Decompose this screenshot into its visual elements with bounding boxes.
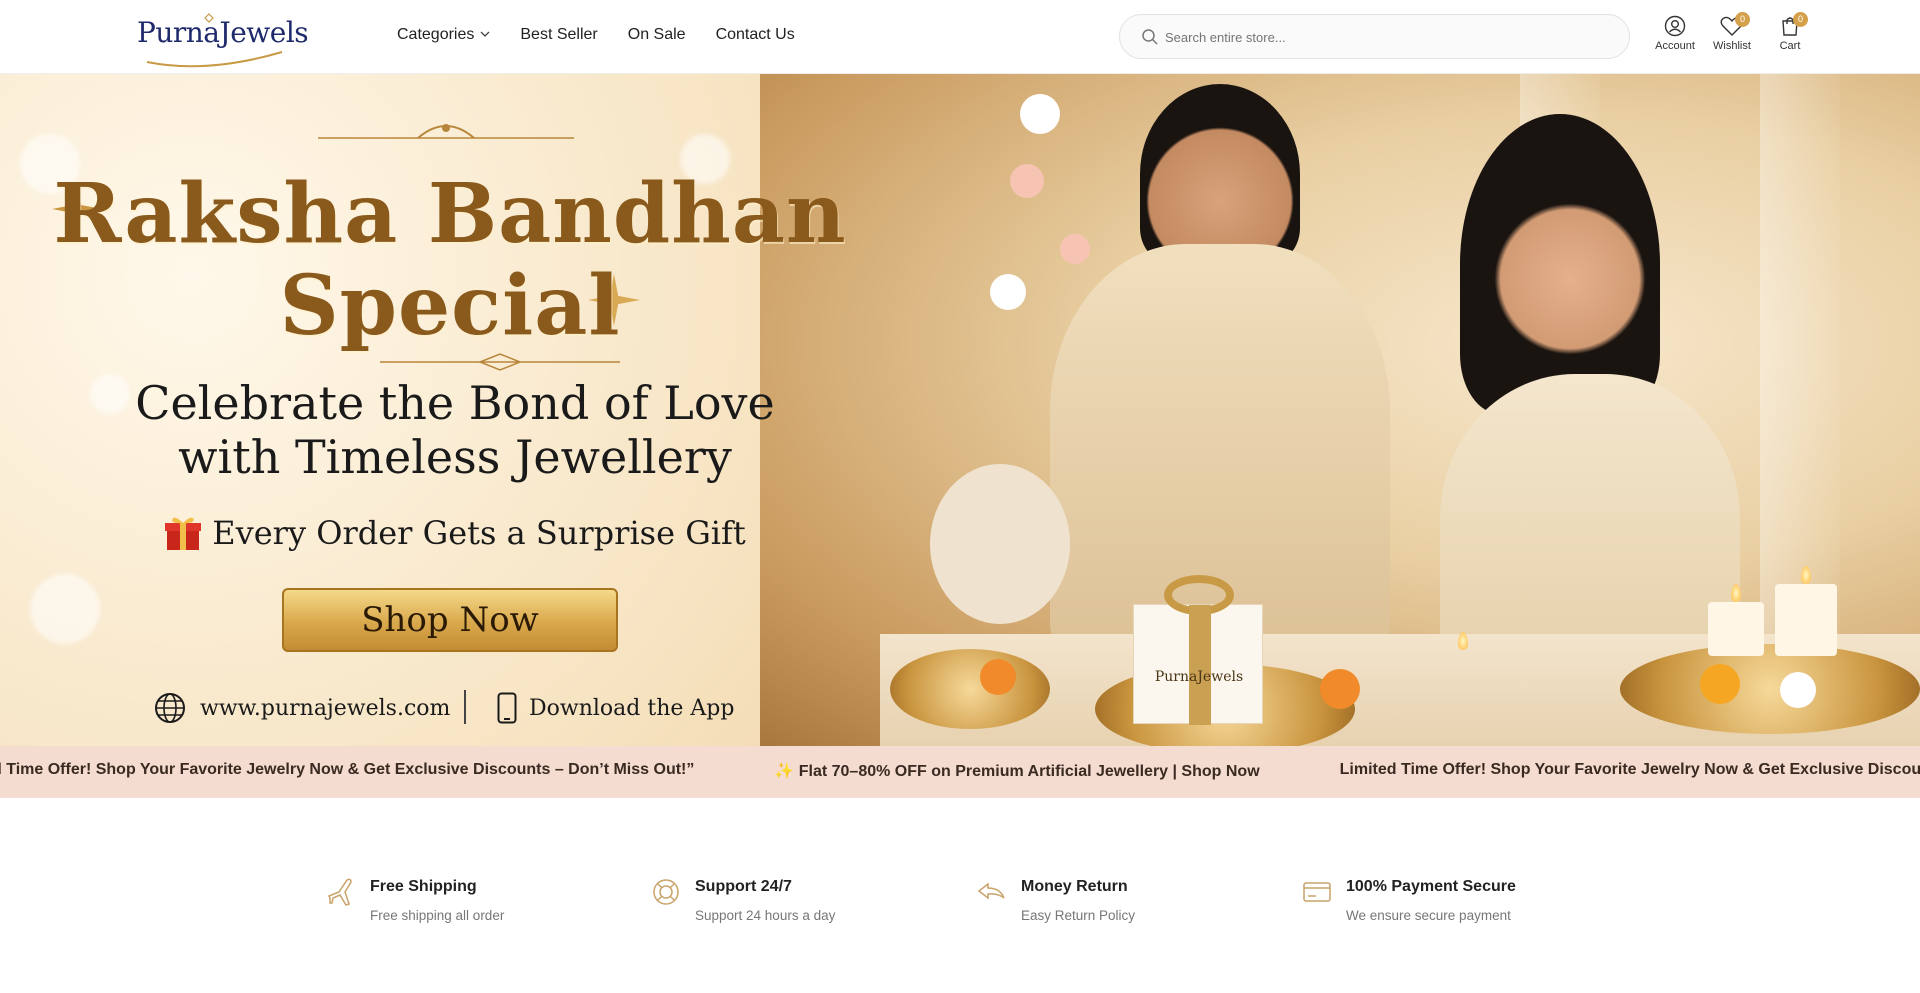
feature-money-return: Money Return Easy Return Policy xyxy=(976,876,1276,936)
feature-title: Money Return xyxy=(1021,878,1128,895)
website-link[interactable]: www.purnajewels.com xyxy=(154,692,450,724)
plane-icon xyxy=(327,878,352,906)
shop-now-button[interactable]: Shop Now xyxy=(282,588,618,652)
search-input[interactable] xyxy=(1165,25,1605,49)
divider xyxy=(464,690,466,724)
nav-categories-label: Categories xyxy=(397,26,475,43)
hero-title-line1: Raksha Bandhan xyxy=(53,166,847,262)
wishlist-count-badge: 0 xyxy=(1735,12,1750,27)
nav-best-seller[interactable]: Best Seller xyxy=(520,26,597,44)
gift-ribbon xyxy=(1189,605,1211,725)
feature-desc: Support 24 hours a day xyxy=(695,908,836,923)
nav-categories[interactable]: Categories xyxy=(397,26,490,44)
nav-best-seller-label: Best Seller xyxy=(520,26,598,43)
candle xyxy=(1775,584,1837,656)
thali-plate xyxy=(890,649,1050,729)
cart-button[interactable]: 0 Cart xyxy=(1766,12,1814,52)
marigold-flower xyxy=(980,659,1016,695)
feature-title: Free Shipping xyxy=(370,878,477,895)
download-app-link[interactable]: Download the App xyxy=(497,692,734,724)
site-header: PurnaJewels Categories Best Seller On Sa… xyxy=(0,0,1920,74)
gift-icon xyxy=(165,517,202,550)
account-label: Account xyxy=(1655,40,1695,52)
flower-decoration xyxy=(1060,234,1090,264)
gift-box-brand: PurnaJewels xyxy=(1154,669,1244,685)
user-icon xyxy=(1664,15,1686,37)
features-strip: Free Shipping Free shipping all order Su… xyxy=(0,798,1920,993)
feature-support: Support 24/7 Support 24 hours a day xyxy=(650,876,950,936)
site-logo[interactable]: PurnaJewels xyxy=(137,12,309,68)
marquee-item[interactable]: d Time Offer! Shop Your Favorite Jewelry… xyxy=(0,761,694,781)
hero-gift-line: Every Order Gets a Surprise Gift xyxy=(0,514,910,552)
woman-figure xyxy=(1460,114,1660,414)
hero-subtitle: Celebrate the Bond of Love with Timeless… xyxy=(0,376,910,484)
marquee-item[interactable]: Limited Time Offer! Shop Your Favorite J… xyxy=(1340,761,1920,781)
feature-desc: We ensure secure payment xyxy=(1346,908,1511,923)
hero-subtitle-line1: Celebrate the Bond of Love xyxy=(135,376,775,430)
nav-contact-us[interactable]: Contact Us xyxy=(716,26,795,44)
feature-title: Support 24/7 xyxy=(695,878,792,895)
feature-free-shipping: Free Shipping Free shipping all order xyxy=(325,876,625,936)
hero-gift-text: Every Order Gets a Surprise Gift xyxy=(212,514,746,552)
feature-desc: Easy Return Policy xyxy=(1021,908,1136,923)
flower-decoration xyxy=(1010,164,1044,198)
candle-flame xyxy=(1801,566,1811,584)
marigold-flower xyxy=(1700,664,1740,704)
feature-title: 100% Payment Secure xyxy=(1346,878,1516,895)
ornament-divider-icon xyxy=(318,124,574,139)
wishlist-button[interactable]: 0 Wishlist xyxy=(1708,12,1756,52)
nav-on-sale[interactable]: On Sale xyxy=(628,26,686,44)
account-button[interactable]: Account xyxy=(1651,15,1699,52)
bokeh-light xyxy=(30,574,100,644)
nav-contact-us-label: Contact Us xyxy=(715,26,795,43)
feature-payment-secure: 100% Payment Secure We ensure secure pay… xyxy=(1301,876,1601,936)
thali-plate xyxy=(1620,644,1920,734)
search-icon[interactable] xyxy=(1141,28,1159,46)
cart-count-badge: 0 xyxy=(1793,12,1808,27)
white-flower xyxy=(1780,672,1816,708)
logo-text: PurnaJewels xyxy=(137,16,309,49)
nav-on-sale-label: On Sale xyxy=(627,26,686,43)
website-text: www.purnajewels.com xyxy=(200,695,451,721)
announcement-marquee: d Time Offer! Shop Your Favorite Jewelry… xyxy=(0,746,1920,798)
flower-decoration xyxy=(1020,94,1060,134)
marquee-track: d Time Offer! Shop Your Favorite Jewelry… xyxy=(0,761,1920,781)
sofa-cushion xyxy=(930,464,1070,624)
hero-title: Raksha Bandhan Special xyxy=(0,168,900,352)
credit-card-icon xyxy=(1303,882,1331,902)
main-nav: Categories Best Seller On Sale Contact U… xyxy=(397,26,795,44)
candle xyxy=(1708,602,1764,656)
candle-flame xyxy=(1731,584,1741,602)
lifebuoy-icon xyxy=(653,879,679,905)
cart-label: Cart xyxy=(1779,40,1801,52)
hero-title-line2: Special xyxy=(279,258,621,354)
search-box[interactable] xyxy=(1119,14,1630,59)
download-app-text: Download the App xyxy=(529,695,735,721)
feature-desc: Free shipping all order xyxy=(370,908,505,923)
marquee-item[interactable]: ✨ Flat 70–80% OFF on Premium Artificial … xyxy=(774,761,1259,781)
gift-box: PurnaJewels xyxy=(1133,575,1263,725)
hero-subtitle-line2: with Timeless Jewellery xyxy=(178,430,732,484)
smartphone-icon xyxy=(497,692,517,724)
hero-links: www.purnajewels.com Download the App xyxy=(150,688,850,728)
wishlist-label: Wishlist xyxy=(1713,40,1751,52)
hero-banner[interactable]: PurnaJewels Raksha Bandhan Special Celeb… xyxy=(0,74,1920,746)
marigold-flower xyxy=(1320,669,1360,709)
chevron-down-icon xyxy=(480,30,490,41)
return-arrow-icon xyxy=(977,882,1005,900)
flower-decoration xyxy=(990,274,1026,310)
globe-icon xyxy=(155,693,185,723)
man-figure xyxy=(1140,84,1300,264)
ornament-divider-icon xyxy=(380,353,620,371)
diya-flame xyxy=(1458,632,1468,650)
